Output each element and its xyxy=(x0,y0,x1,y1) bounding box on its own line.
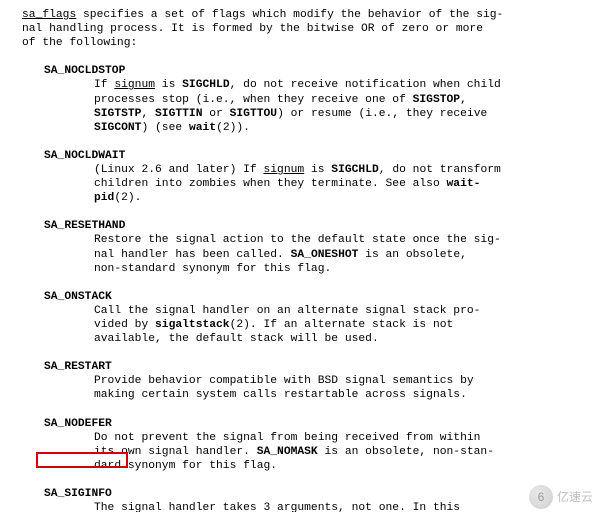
flag-name-resethand: SA_RESETHAND xyxy=(44,219,593,233)
text: If xyxy=(94,79,114,91)
flag-resethand: SA_RESETHAND Restore the signal action t… xyxy=(22,219,593,275)
wait-func: wait- xyxy=(447,178,481,190)
text: ) (see xyxy=(141,122,188,134)
text: or xyxy=(203,108,230,120)
text: (Linux 2.6 and later) If xyxy=(94,164,263,176)
text: , xyxy=(141,108,155,120)
text: Restore the signal action to the default… xyxy=(94,234,501,246)
text: children into zombies when they terminat… xyxy=(94,178,447,190)
text: vided by xyxy=(94,319,155,331)
flag-body-restart: Provide behavior compatible with BSD sig… xyxy=(94,374,593,402)
text: (2)). xyxy=(216,122,250,134)
flag-nocldstop: SA_NOCLDSTOP If signum is SIGCHLD, do no… xyxy=(22,64,593,135)
flag-onstack: SA_ONSTACK Call the signal handler on an… xyxy=(22,290,593,346)
flag-restart: SA_RESTART Provide behavior compatible w… xyxy=(22,360,593,402)
text: , xyxy=(460,94,467,106)
sigaltstack-func: sigaltstack xyxy=(155,319,230,331)
flag-body-nocldstop: If signum is SIGCHLD, do not receive not… xyxy=(94,78,593,134)
text: Provide behavior compatible with BSD sig… xyxy=(94,375,474,387)
flag-body-onstack: Call the signal handler on an alternate … xyxy=(94,304,593,346)
text: (2). xyxy=(114,192,141,204)
text: is xyxy=(155,79,182,91)
text: processes stop (i.e., when they receive … xyxy=(94,94,413,106)
wait-func: wait xyxy=(189,122,216,134)
nomask-const: SA_NOMASK xyxy=(257,446,318,458)
manpage-document: sa_flags specifies a set of flags which … xyxy=(0,0,599,512)
flag-body-nodefer: Do not prevent the signal from being rec… xyxy=(94,431,593,473)
intro-paragraph: sa_flags specifies a set of flags which … xyxy=(22,8,593,50)
signum-term: signum xyxy=(263,164,304,176)
highlight-box xyxy=(36,452,128,468)
watermark-text: 亿速云 xyxy=(557,490,593,505)
text: nal handler has been called. xyxy=(94,249,291,261)
text: available, the default stack will be use… xyxy=(94,333,379,345)
pid-func: pid xyxy=(94,192,114,204)
watermark-logo-icon: 6 xyxy=(529,485,553,509)
sigstop-const: SIGSTOP xyxy=(413,94,460,106)
watermark: 6 亿速云 xyxy=(529,485,593,509)
sigttou-const: SIGTTOU xyxy=(230,108,277,120)
sigchld-const: SIGCHLD xyxy=(331,164,378,176)
signum-term: signum xyxy=(114,79,155,91)
flag-name-nodefer: SA_NODEFER xyxy=(44,417,593,431)
flag-siginfo: SA_SIGINFO The signal handler takes 3 ar… xyxy=(22,487,593,512)
text: non-standard synonym for this flag. xyxy=(94,263,331,275)
intro-line3: of the following: xyxy=(22,37,137,49)
oneshot-const: SA_ONESHOT xyxy=(291,249,359,261)
sigchld-const: SIGCHLD xyxy=(182,79,229,91)
text: Call the signal handler on an alternate … xyxy=(94,305,480,317)
text: is an obsolete, non-stan- xyxy=(318,446,494,458)
text: , do not receive notification when child xyxy=(230,79,501,91)
sigtstp-const: SIGTSTP xyxy=(94,108,141,120)
text: ) or resume (i.e., they receive xyxy=(277,108,487,120)
text: (2). If an alternate stack is not xyxy=(230,319,454,331)
text: is an obsolete, xyxy=(358,249,466,261)
flag-name-siginfo: SA_SIGINFO xyxy=(44,487,593,501)
text: making certain system calls restartable … xyxy=(94,389,467,401)
flag-name-restart: SA_RESTART xyxy=(44,360,593,374)
intro-line2: nal handling process. It is formed by th… xyxy=(22,23,483,35)
flag-name-nocldstop: SA_NOCLDSTOP xyxy=(44,64,593,78)
flag-name-nocldwait: SA_NOCLDWAIT xyxy=(44,149,593,163)
text: is xyxy=(304,164,331,176)
intro-line1a: specifies a set of flags which modify th… xyxy=(76,9,503,21)
flag-body-nocldwait: (Linux 2.6 and later) If signum is SIGCH… xyxy=(94,163,593,205)
flag-body-siginfo: The signal handler takes 3 arguments, no… xyxy=(94,501,593,512)
flag-body-resethand: Restore the signal action to the default… xyxy=(94,233,593,275)
sigcont-const: SIGCONT xyxy=(94,122,141,134)
sa-flags-term: sa_flags xyxy=(22,9,76,21)
sigttin-const: SIGTTIN xyxy=(155,108,202,120)
text: , do not transform xyxy=(379,164,501,176)
flag-nocldwait: SA_NOCLDWAIT (Linux 2.6 and later) If si… xyxy=(22,149,593,205)
text: The signal handler takes 3 arguments, no… xyxy=(94,502,460,512)
flag-name-onstack: SA_ONSTACK xyxy=(44,290,593,304)
text: Do not prevent the signal from being rec… xyxy=(94,432,480,444)
